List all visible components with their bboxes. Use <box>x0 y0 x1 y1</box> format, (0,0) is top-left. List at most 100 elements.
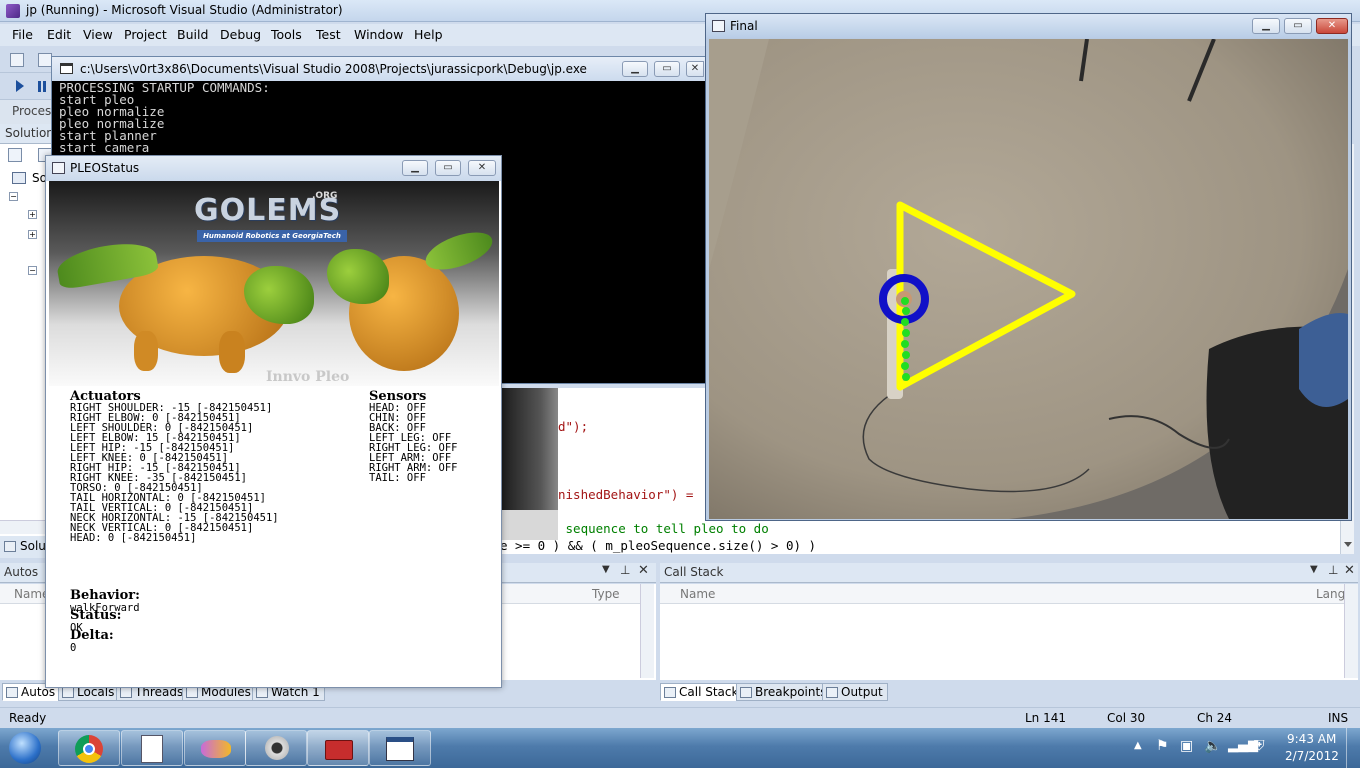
pleo-title-text: PLEOStatus <box>70 161 140 175</box>
taskbar-console-app[interactable] <box>369 730 431 766</box>
autos-scrollbar[interactable] <box>640 584 654 678</box>
windows-taskbar: ▲ ⚑ ▣ 🔈 ▂▄▆ ⛨ 9:43 AM 2/7/2012 <box>0 728 1360 768</box>
close-icon[interactable]: ✕ <box>1344 563 1355 578</box>
actuators-list: RIGHT SHOULDER: -15 [-842150451] RIGHT E… <box>70 403 279 544</box>
new-project-icon[interactable] <box>10 53 24 67</box>
console-app-icon <box>386 737 414 761</box>
clock-date[interactable]: 2/7/2012 <box>1285 749 1339 763</box>
code-comment: sequence to tell pleo to do <box>558 521 769 536</box>
minimize-button[interactable]: ▁ <box>402 160 428 176</box>
dropdown-icon[interactable]: ▼ <box>602 564 610 575</box>
menu-window[interactable]: Window <box>354 27 403 42</box>
clock-time[interactable]: 9:43 AM <box>1287 732 1336 746</box>
shield-icon[interactable]: ⛨ <box>1254 738 1265 754</box>
locals-icon <box>62 687 74 698</box>
solution-icon <box>12 172 26 184</box>
collapse-icon[interactable]: − <box>28 266 37 275</box>
final-camera-window[interactable]: Final ▁ ▭ ✕ <box>705 13 1352 521</box>
tab-output[interactable]: Output <box>822 683 888 701</box>
code-line: d"); <box>558 419 589 434</box>
trail-point <box>902 373 910 381</box>
camera-feed[interactable] <box>709 39 1348 519</box>
chrome-icon-center <box>83 743 95 755</box>
document-icon <box>141 735 163 763</box>
pleo-title-bar[interactable]: PLEOStatus ▁ ▭ ✕ <box>46 156 501 181</box>
tab-breakpoints[interactable]: Breakpoints <box>736 683 832 701</box>
close-button[interactable]: ✕ <box>1316 18 1348 34</box>
pause-icon[interactable] <box>38 81 41 92</box>
close-button[interactable]: ✕ <box>686 61 704 77</box>
golems-logo: GOLEMS .ORG Humanoid Robotics at Georgia… <box>194 191 364 242</box>
trail-point <box>902 351 910 359</box>
toolbox-icon <box>325 740 353 760</box>
dinosaur-leg <box>219 331 245 373</box>
actuator-row: HEAD: 0 [-842150451] <box>70 532 197 544</box>
pin-icon[interactable]: ⊥ <box>1328 563 1338 577</box>
call-stack-scrollbar[interactable] <box>1344 584 1358 678</box>
minimize-button[interactable]: ▁ <box>1252 18 1280 34</box>
power-icon[interactable]: ▣ <box>1180 738 1193 754</box>
behavior-label: Behavior: <box>70 588 140 603</box>
maximize-button[interactable]: ▭ <box>1284 18 1312 34</box>
taskbar-document[interactable] <box>121 730 183 766</box>
taskbar-toolbox[interactable] <box>307 730 369 766</box>
expand-icon[interactable]: + <box>28 230 37 239</box>
menu-tools[interactable]: Tools <box>271 27 302 42</box>
window-icon <box>52 162 65 174</box>
webcam-icon <box>265 736 289 760</box>
column-language[interactable]: Lang <box>1316 587 1345 601</box>
show-desktop-button[interactable] <box>1346 728 1360 768</box>
volume-icon[interactable]: 🔈 <box>1204 738 1221 754</box>
dinosaur-head <box>327 249 389 304</box>
watch-icon <box>256 687 268 698</box>
show-hidden-icons[interactable]: ▲ <box>1134 740 1142 751</box>
call-stack-column-header: Name Lang <box>660 584 1345 604</box>
status-char: Ch 24 <box>1197 711 1233 725</box>
call-stack-grid[interactable]: Name Lang <box>660 584 1358 680</box>
taskbar-webcam[interactable] <box>245 730 307 766</box>
flag-icon[interactable]: ⚑ <box>1156 738 1169 754</box>
trail-point <box>901 318 909 326</box>
taskbar-chrome[interactable] <box>58 730 120 766</box>
collapse-icon[interactable]: − <box>9 192 18 201</box>
final-title-bar[interactable]: Final ▁ ▭ ✕ <box>706 14 1351 38</box>
window-icon <box>712 20 725 32</box>
pleo-status-window[interactable]: PLEOStatus ▁ ▭ ✕ GOLEMS .ORG Humanoid Ro… <box>45 155 502 688</box>
console-line: start planner <box>59 128 157 143</box>
dropdown-icon[interactable]: ▼ <box>1310 564 1318 575</box>
status-line: Ln 141 <box>1025 711 1067 725</box>
continue-icon[interactable] <box>16 80 24 92</box>
menu-edit[interactable]: Edit <box>47 27 71 42</box>
expand-icon[interactable]: + <box>28 210 37 219</box>
column-type[interactable]: Type <box>592 587 620 601</box>
menu-project[interactable]: Project <box>124 27 167 42</box>
menu-view[interactable]: View <box>83 27 113 42</box>
start-button[interactable] <box>2 729 48 767</box>
scroll-down-icon[interactable] <box>1344 542 1352 547</box>
maximize-button[interactable]: ▭ <box>654 61 680 77</box>
pleo-banner-image: GOLEMS .ORG Humanoid Robotics at Georgia… <box>49 181 499 386</box>
maximize-button[interactable]: ▭ <box>435 160 461 176</box>
solution-tab-label: Solu <box>20 539 46 553</box>
menu-test[interactable]: Test <box>316 27 341 42</box>
column-name[interactable]: Name <box>680 587 715 601</box>
status-ready: Ready <box>9 711 47 725</box>
console-line: PROCESSING STARTUP COMMANDS: <box>59 80 270 95</box>
tab-call-stack[interactable]: Call Stack <box>660 683 744 701</box>
pin-icon[interactable]: ⊥ <box>620 563 630 577</box>
minimize-button[interactable]: ▁ <box>622 61 648 77</box>
vs-title-text: jp (Running) - Microsoft Visual Studio (… <box>26 3 343 17</box>
menu-file[interactable]: File <box>12 27 33 42</box>
sensors-list: HEAD: OFF CHIN: OFF BACK: OFF LEFT LEG: … <box>369 403 458 484</box>
menu-build[interactable]: Build <box>177 27 208 42</box>
close-icon[interactable]: ✕ <box>638 563 649 578</box>
taskbar-visual-studio[interactable] <box>184 730 246 766</box>
close-button[interactable]: ✕ <box>468 160 496 176</box>
properties-icon[interactable] <box>8 148 22 162</box>
breakpoint-icon <box>740 687 752 698</box>
menu-help[interactable]: Help <box>414 27 443 42</box>
solution-explorer-title: Solution <box>5 126 54 140</box>
console-title-bar[interactable]: c:\Users\v0rt3x86\Documents\Visual Studi… <box>52 57 705 81</box>
open-file-icon[interactable] <box>38 53 52 67</box>
menu-debug[interactable]: Debug <box>220 27 261 42</box>
